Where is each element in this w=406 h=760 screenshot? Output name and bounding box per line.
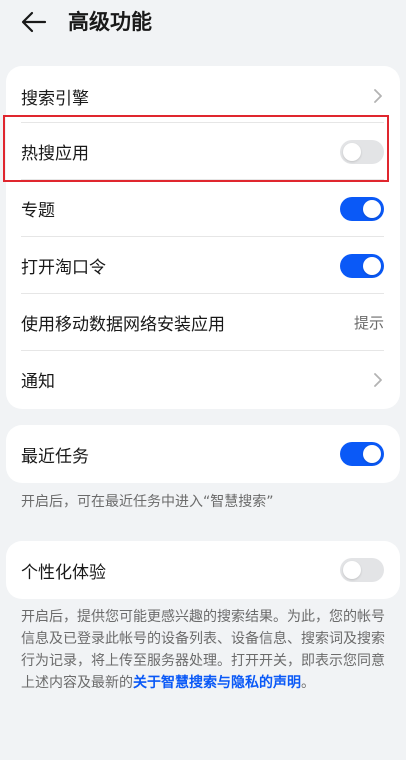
row-notifications[interactable]: 通知 xyxy=(6,351,400,408)
chevron-right-icon xyxy=(372,87,384,105)
toggle-knob xyxy=(343,561,361,579)
recent-tasks-note: 开启后，可在最近任务中进入“智慧搜索” xyxy=(21,494,274,510)
settings-card-main: 搜索引擎 热搜应用 专题 打开淘口令 使用移动数据网络安装应用 提示 通知 xyxy=(6,66,400,409)
back-button[interactable] xyxy=(18,6,50,38)
row-recent-tasks[interactable]: 最近任务 xyxy=(6,425,400,483)
toggle-knob xyxy=(363,256,381,275)
row-label: 热搜应用 xyxy=(21,144,89,164)
back-arrow-icon xyxy=(21,11,47,33)
row-topics[interactable]: 专题 xyxy=(6,180,400,237)
toggle-knob xyxy=(363,445,381,463)
privacy-statement-link[interactable]: 关于智慧搜索与隐私的声明 xyxy=(133,675,301,691)
settings-card-personalization: 个性化体验 xyxy=(6,541,400,599)
row-mobile-data-install[interactable]: 使用移动数据网络安装应用 提示 xyxy=(6,294,400,351)
personalization-toggle[interactable] xyxy=(340,558,384,582)
row-label: 搜索引擎 xyxy=(21,88,89,109)
recent-tasks-toggle[interactable] xyxy=(340,442,384,466)
row-taobao-code[interactable]: 打开淘口令 xyxy=(6,237,400,294)
chevron-right-icon xyxy=(372,371,384,389)
row-personalization[interactable]: 个性化体验 xyxy=(6,541,400,599)
taobao-code-toggle[interactable] xyxy=(340,253,384,278)
mobile-data-hint-value: 提示 xyxy=(353,314,384,332)
personalization-note: 开启后，提供您可能更感兴趣的搜索结果。为此，您的帐号信息及已登录此帐号的设备列表… xyxy=(21,606,393,694)
toggle-knob xyxy=(363,199,381,218)
row-label: 个性化体验 xyxy=(21,562,106,583)
row-label: 打开淘口令 xyxy=(21,258,106,278)
row-label: 通知 xyxy=(21,372,55,392)
row-label: 专题 xyxy=(21,201,55,221)
header: 高级功能 xyxy=(0,0,406,44)
hot-search-toggle[interactable] xyxy=(340,139,384,164)
row-search-engine[interactable]: 搜索引擎 xyxy=(6,66,400,123)
page-title: 高级功能 xyxy=(68,10,152,34)
topics-toggle[interactable] xyxy=(340,196,384,221)
row-label: 最近任务 xyxy=(21,446,89,467)
settings-card-recent-tasks: 最近任务 xyxy=(6,425,400,483)
row-label: 使用移动数据网络安装应用 xyxy=(21,315,225,335)
row-hot-search-apps[interactable]: 热搜应用 xyxy=(6,123,400,180)
toggle-knob xyxy=(343,142,361,161)
note-suffix: 。 xyxy=(301,675,315,691)
